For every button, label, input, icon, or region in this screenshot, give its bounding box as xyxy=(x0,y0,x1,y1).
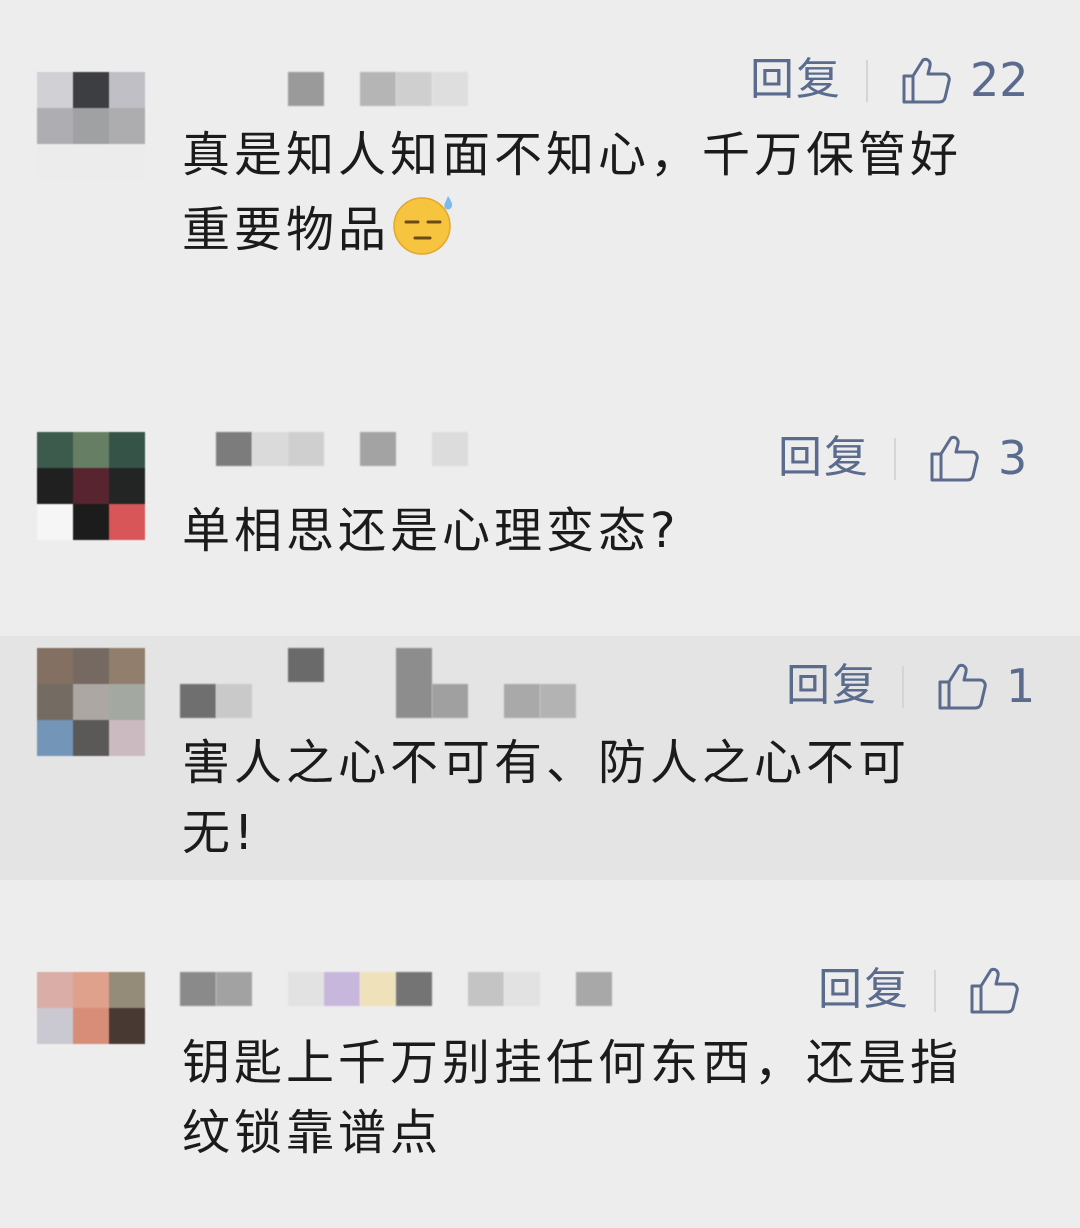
comment-text: 害人之心不可有、防人之心不可 无! xyxy=(182,728,1022,868)
comment-text-line-2: 重要物品 xyxy=(182,190,1022,265)
username-mosaic[interactable] xyxy=(180,72,500,112)
reply-button[interactable]: 回复 xyxy=(786,662,878,710)
comment-text-line: 单相思还是心理变态? xyxy=(182,503,680,559)
comment-text-line: 害人之心不可有、防人之心不可 xyxy=(182,735,911,791)
divider xyxy=(934,970,936,1012)
like-count: 3 xyxy=(998,431,1028,485)
comment-text-line-content: 重要物品 xyxy=(182,202,391,258)
avatar[interactable] xyxy=(37,72,145,180)
thumbs-up-icon[interactable] xyxy=(936,660,988,712)
comment-item: 回复 3 单相思还是心理变态? xyxy=(0,400,1080,636)
username-mosaic[interactable] xyxy=(180,972,620,1012)
comment-text: 单相思还是心理变态? xyxy=(182,496,1022,566)
like-count: 22 xyxy=(970,53,1029,107)
divider xyxy=(894,438,896,480)
avatar[interactable] xyxy=(37,432,145,540)
divider xyxy=(866,60,868,102)
reply-button[interactable]: 回复 xyxy=(818,966,910,1014)
thumbs-up-icon[interactable] xyxy=(900,54,952,106)
avatar[interactable] xyxy=(37,648,145,756)
thumbs-up-icon[interactable] xyxy=(968,964,1020,1016)
comment-text-line-2: 纹锁靠谱点 xyxy=(182,1105,443,1161)
like-count: 1 xyxy=(1006,659,1036,713)
avatar[interactable] xyxy=(37,972,145,1080)
reply-button[interactable]: 回复 xyxy=(778,434,870,482)
comment-item-highlighted: 回复 1 害人之心不可有、防人之心不可 无! xyxy=(0,636,1080,880)
username-mosaic[interactable] xyxy=(180,432,480,472)
sweat-smile-emoji xyxy=(393,196,453,255)
comment-text: 钥匙上千万别挂任何东西，还是指 纹锁靠谱点 xyxy=(182,1028,1022,1168)
comment-text-line: 真是知人知面不知心，千万保管好 xyxy=(182,127,963,183)
divider xyxy=(902,666,904,708)
username-mosaic[interactable] xyxy=(180,648,580,718)
comment-item: 回复 钥匙上千万别挂任何东西，还是指 纹锁靠谱点 xyxy=(0,880,1080,1228)
reply-button[interactable]: 回复 xyxy=(750,56,842,104)
comment-text: 真是知人知面不知心，千万保管好 重要物品 xyxy=(182,120,1022,265)
comment-text-line-2: 无! xyxy=(182,805,258,861)
comment-item: 回复 22 真是知人知面不知心，千万保管好 重要物品 xyxy=(0,0,1080,400)
comment-text-line: 钥匙上千万别挂任何东西，还是指 xyxy=(182,1035,963,1091)
thumbs-up-icon[interactable] xyxy=(928,432,980,484)
